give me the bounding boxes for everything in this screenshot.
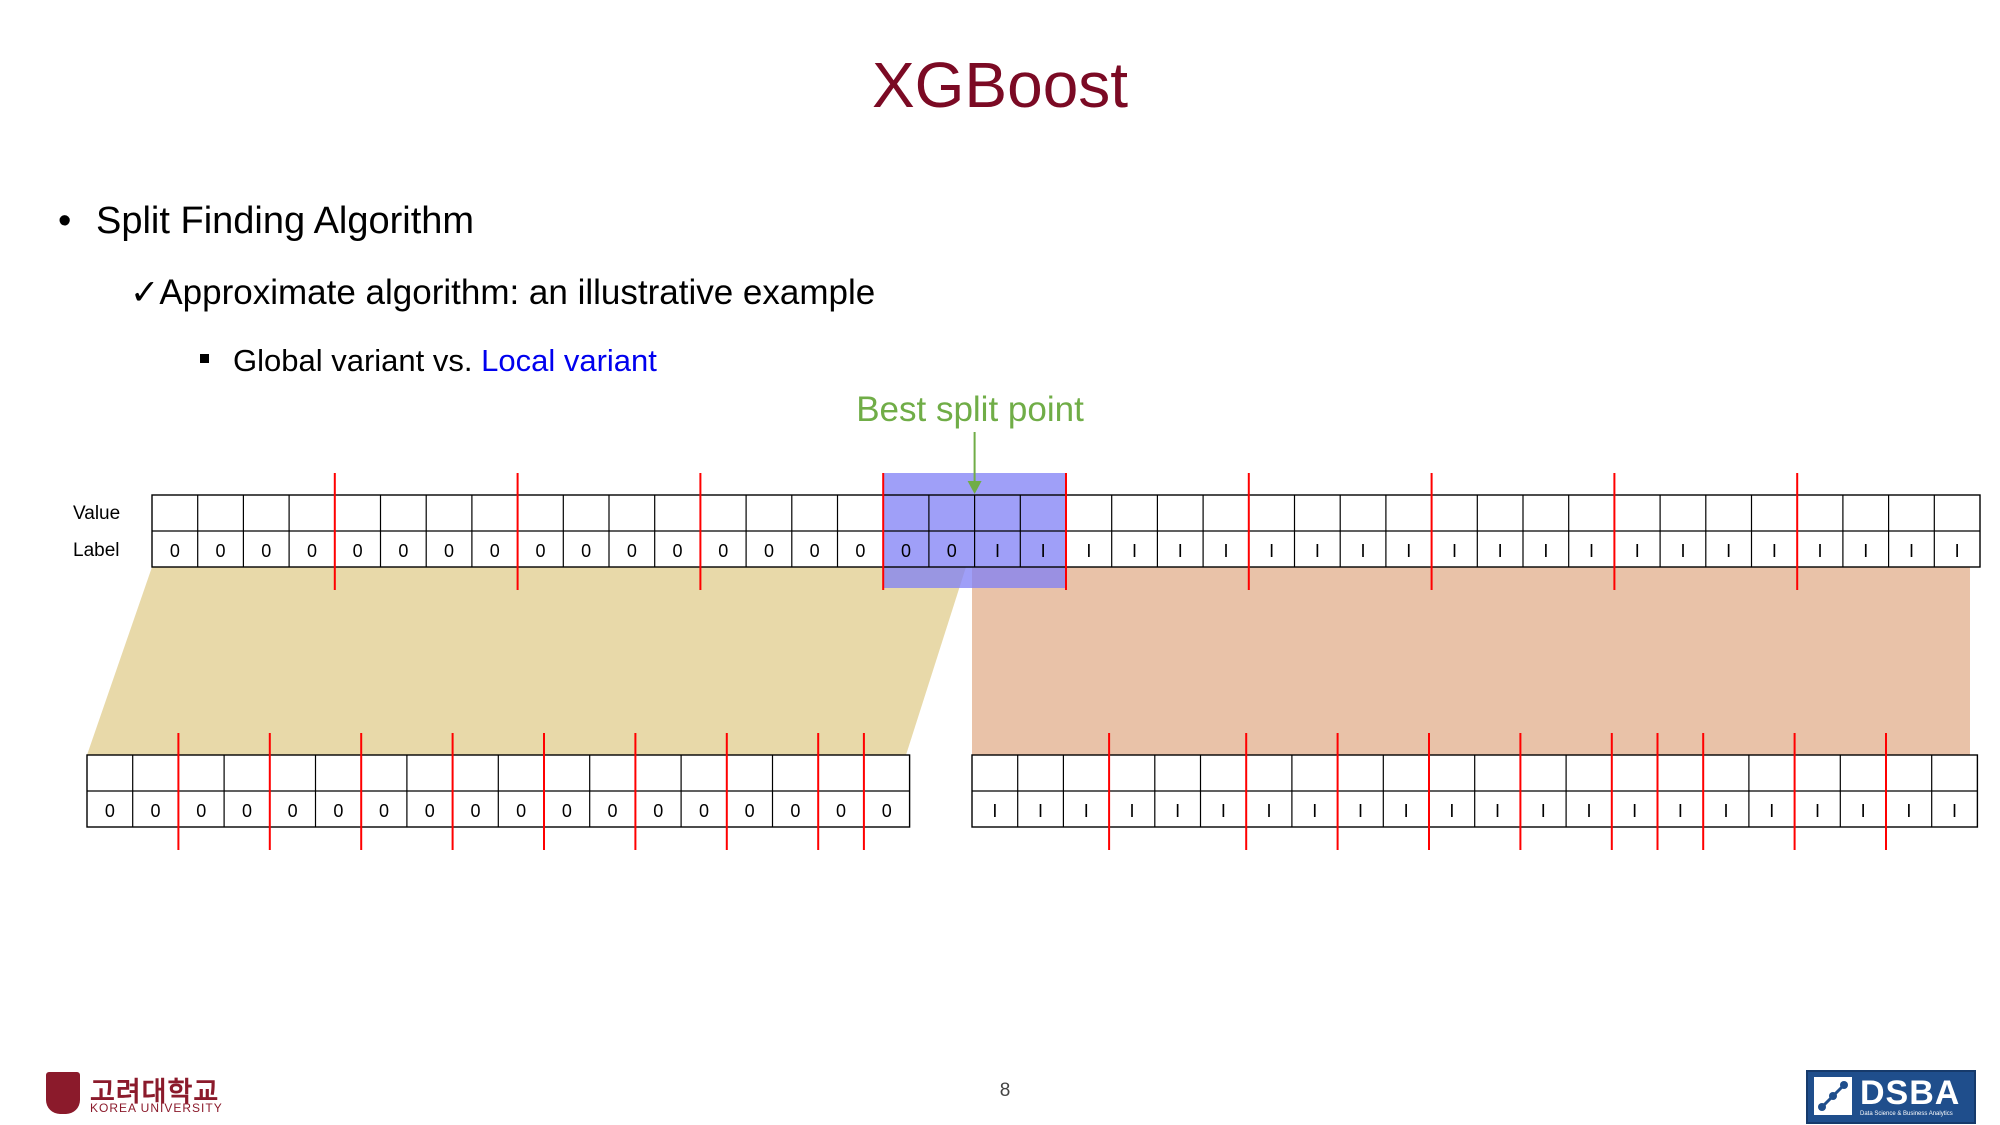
university-crest-icon [46,1072,80,1114]
top-label-cell: 0 [444,541,454,561]
top-label-cell: 0 [535,541,545,561]
top-label-cell: 0 [627,541,637,561]
bottom-left-label-cell: 0 [379,801,389,821]
top-label-cell: 0 [307,541,317,561]
bottom-left-label-cell: 0 [562,801,572,821]
top-label-cell: I [1772,541,1777,561]
top-label-cell: 0 [810,541,820,561]
dsba-logo: DSBA Data Science & Business Analytics [1806,1070,1976,1124]
bottom-right-label-cell: I [1449,801,1454,821]
left-partition-region [87,567,966,755]
page-number: 8 [999,1080,1011,1101]
korea-university-logo: 고려대학교 KOREA UNIVERSITY [46,1072,236,1116]
top-label-cell: I [1406,541,1411,561]
bottom-left-label-cell: 0 [836,801,846,821]
right-partition-region [972,567,1970,755]
top-label-cell: 0 [855,541,865,561]
bottom-right-label-cell: I [1678,801,1683,821]
bottom-left-label-cell: 0 [242,801,252,821]
bottom-right-label-cell: I [1175,801,1180,821]
top-label-cell: I [1361,541,1366,561]
bottom-right-label-cell: I [1404,801,1409,821]
top-label-cell: I [995,541,1000,561]
split-diagram: 0 0 0 0 0 0 0 0 0 0 0 0 0 0 0 0 0 0 I I I I I I I I I I I I I I I I I I I I I I… [86,432,1981,850]
bottom-right-label-cell: I [1221,801,1226,821]
top-label-cell: 0 [947,541,957,561]
top-label-cell: I [1543,541,1548,561]
top-label-cell: I [1452,541,1457,561]
top-label-cell: 0 [673,541,683,561]
bottom-left-label-cell: 0 [425,801,435,821]
network-icon [1814,1077,1852,1115]
top-label-cell: 0 [353,541,363,561]
bottom-right-label-cell: I [1038,801,1043,821]
bottom-left-label-cell: 0 [790,801,800,821]
bottom-right-label-cell: I [1952,801,1957,821]
dsba-subtitle: Data Science & Business Analytics [1860,1111,1953,1117]
top-label-cell: I [1178,541,1183,561]
top-label-cell: 0 [718,541,728,561]
bottom-right-label-cell: I [992,801,997,821]
bottom-right-label-cell: I [1769,801,1774,821]
top-label-cell: 0 [490,541,500,561]
top-label-cell: I [1726,541,1731,561]
top-label-cell: 0 [901,541,911,561]
bottom-right-label-cell: I [1906,801,1911,821]
bottom-left-label-cell: 0 [699,801,709,821]
top-label-cell: 0 [170,541,180,561]
bottom-right-label-cell: I [1586,801,1591,821]
top-label-cell: I [1909,541,1914,561]
top-label-cell: I [1589,541,1594,561]
top-label-cell: 0 [261,541,271,561]
bottom-right-label-cell: I [1495,801,1500,821]
top-label-cell: I [1818,541,1823,561]
top-label-cell: I [1680,541,1685,561]
bottom-left-label-cell: 0 [470,801,480,821]
top-label-cell: I [1863,541,1868,561]
bottom-left-label-cell: 0 [882,801,892,821]
university-name-english: KOREA UNIVERSITY [90,1101,223,1115]
bottom-right-label-cell: I [1815,801,1820,821]
top-label-cell: I [1041,541,1046,561]
bottom-right-label-cell: I [1861,801,1866,821]
bottom-left-label-cell: 0 [333,801,343,821]
bottom-right-label-cell: I [1632,801,1637,821]
bottom-left-label-cell: 0 [105,801,115,821]
top-label-cell: 0 [398,541,408,561]
bottom-right-label-cell: I [1724,801,1729,821]
bottom-left-label-cell: 0 [653,801,663,821]
bottom-right-label-cell: I [1312,801,1317,821]
top-label-cell: 0 [581,541,591,561]
bottom-left-label-cell: 0 [151,801,161,821]
top-label-cell: I [1132,541,1137,561]
top-label-cell: I [1498,541,1503,561]
bottom-left-label-cell: 0 [745,801,755,821]
top-label-cell: I [1635,541,1640,561]
top-label-cell: I [1955,541,1960,561]
top-label-cell: I [1269,541,1274,561]
bottom-right-label-cell: I [1129,801,1134,821]
top-label-cell: 0 [764,541,774,561]
bottom-right-label-cell: I [1084,801,1089,821]
bottom-left-label-cell: 0 [196,801,206,821]
top-label-cell: I [1086,541,1091,561]
bottom-left-label-cell: 0 [516,801,526,821]
bottom-left-label-cell: 0 [608,801,618,821]
top-label-cell: I [1223,541,1228,561]
top-label-cell: I [1315,541,1320,561]
bottom-left-label-cell: 0 [288,801,298,821]
bottom-right-label-cell: I [1358,801,1363,821]
top-label-cell: 0 [216,541,226,561]
bottom-right-label-cell: I [1267,801,1272,821]
bottom-right-label-cell: I [1541,801,1546,821]
dsba-name: DSBA [1860,1074,1961,1112]
